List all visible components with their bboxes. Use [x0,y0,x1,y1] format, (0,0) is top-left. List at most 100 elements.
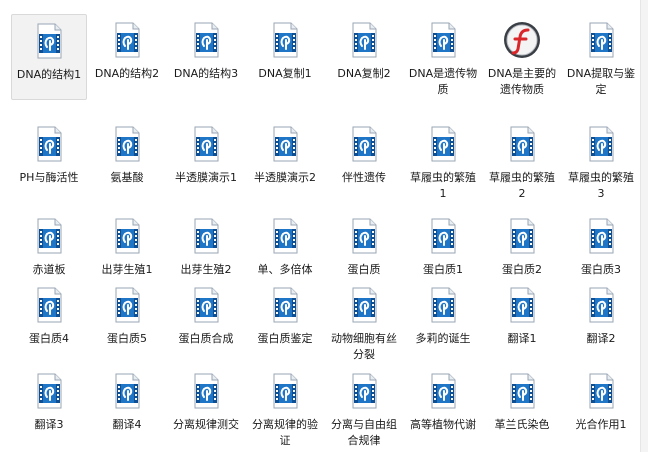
file-item[interactable]: DNA的结构2 [89,14,165,82]
media-file-icon [273,287,298,323]
media-file-icon [273,126,298,162]
file-name-label: 草履虫的繁殖3 [568,171,634,200]
media-file-icon [194,126,219,162]
media-file-icon [589,218,614,254]
media-file-icon [352,22,377,58]
media-file-icon [431,218,456,254]
file-item[interactable]: DNA的结构3 [168,14,244,82]
media-file-icon [37,218,62,254]
file-name-label: 分离规律测交 [173,418,239,431]
media-file-icon [37,126,62,162]
file-name-label: 蛋白质4 [29,332,69,345]
media-file-icon [431,126,456,162]
file-item[interactable]: 翻译2 [563,279,639,347]
file-item[interactable]: 蛋白质5 [89,279,165,347]
file-item[interactable]: DNA复制1 [247,14,323,82]
media-file-icon [115,126,140,162]
media-file-icon [352,287,377,323]
vertical-scrollbar[interactable] [640,0,648,452]
file-name-label: 蛋白质5 [107,332,147,345]
file-name-label: 动物细胞有丝分裂 [331,332,397,361]
media-file-icon [352,126,377,162]
file-item[interactable]: 高等植物代谢 [405,365,481,433]
media-file-icon [352,218,377,254]
file-name-label: DNA的结构3 [173,67,239,80]
media-file-icon [194,373,219,409]
file-item[interactable]: 翻译3 [11,365,87,433]
file-name-label: 多莉的诞生 [415,332,471,345]
file-name-label: 单、多倍体 [257,263,313,276]
file-item[interactable]: 半透膜演示2 [247,118,323,186]
media-file-icon [589,22,614,58]
media-file-icon [115,373,140,409]
file-name-label: 蛋白质2 [502,263,542,276]
file-name-label: PH与酶活性 [19,171,79,184]
media-file-icon [510,373,535,409]
file-name-label: 赤道板 [32,263,66,276]
file-name-label: 草履虫的繁殖1 [410,171,476,200]
file-icon-grid: DNA的结构1 DNA的结构2 DNA的结构3 DNA复制1 DNA复制2 DNA是遗传物… [0,0,640,452]
media-file-icon [37,23,62,59]
file-name-label: 翻译2 [586,332,616,345]
file-item[interactable]: PH与酶活性 [11,118,87,186]
file-item[interactable]: 蛋白质 [326,210,402,278]
media-file-icon [194,287,219,323]
file-item[interactable]: 蛋白质4 [11,279,87,347]
file-name-label: 翻译4 [112,418,142,431]
file-item[interactable]: 半透膜演示1 [168,118,244,186]
file-name-label: 出芽生殖1 [101,263,153,276]
file-name-label: 出芽生殖2 [180,263,232,276]
file-item[interactable]: 蛋白质合成 [168,279,244,347]
file-name-label: 高等植物代谢 [410,418,476,431]
file-name-label: DNA复制2 [337,67,391,80]
file-name-label: 蛋白质3 [581,263,621,276]
file-item[interactable]: DNA提取与鉴定 [563,14,639,98]
file-item[interactable]: 草履虫的繁殖2 [484,118,560,202]
media-file-icon [510,218,535,254]
file-item[interactable]: 翻译1 [484,279,560,347]
file-item[interactable]: 蛋白质1 [405,210,481,278]
file-item[interactable]: DNA是遗传物质 [405,14,481,98]
file-item[interactable]: 分离规律测交 [168,365,244,433]
file-item[interactable]: 翻译4 [89,365,165,433]
file-item[interactable]: 分离规律的验证 [247,365,323,449]
media-file-icon [115,218,140,254]
file-item[interactable]: DNA的结构1 [11,14,87,100]
media-file-icon [115,22,140,58]
file-item[interactable]: 单、多倍体 [247,210,323,278]
file-name-label: DNA提取与鉴定 [566,67,636,96]
file-item[interactable]: DNA复制2 [326,14,402,82]
file-name-label: 分离与自由组合规律 [331,418,397,447]
file-name-label: 蛋白质 [347,263,381,276]
file-item[interactable]: DNA是主要的遗传物质 [484,14,560,98]
file-item[interactable]: 多莉的诞生 [405,279,481,347]
file-item[interactable]: 革兰氏染色 [484,365,560,433]
file-name-label: DNA是主要的遗传物质 [487,67,557,96]
file-name-label: 半透膜演示1 [175,171,237,184]
file-name-label: DNA的结构1 [16,68,82,81]
file-name-label: 伴性遗传 [342,171,386,184]
file-item[interactable]: 蛋白质鉴定 [247,279,323,347]
file-item[interactable]: 光合作用1 [563,365,639,433]
file-item[interactable]: 草履虫的繁殖3 [563,118,639,202]
file-item[interactable]: 赤道板 [11,210,87,278]
file-item[interactable]: 蛋白质3 [563,210,639,278]
media-file-icon [510,126,535,162]
file-item[interactable]: 蛋白质2 [484,210,560,278]
file-item[interactable]: 分离与自由组合规律 [326,365,402,449]
media-file-icon [37,287,62,323]
file-item[interactable]: 动物细胞有丝分裂 [326,279,402,363]
file-name-label: 翻译1 [507,332,537,345]
file-item[interactable]: 氨基酸 [89,118,165,186]
file-item[interactable]: 伴性遗传 [326,118,402,186]
file-name-label: 半透膜演示2 [254,171,316,184]
media-file-icon [589,126,614,162]
file-name-label: 翻译3 [34,418,64,431]
file-name-label: 革兰氏染色 [494,418,550,431]
file-name-label: 蛋白质1 [423,263,463,276]
media-file-icon [510,287,535,323]
file-item[interactable]: 草履虫的繁殖1 [405,118,481,202]
file-item[interactable]: 出芽生殖1 [89,210,165,278]
media-file-icon [431,373,456,409]
file-item[interactable]: 出芽生殖2 [168,210,244,278]
